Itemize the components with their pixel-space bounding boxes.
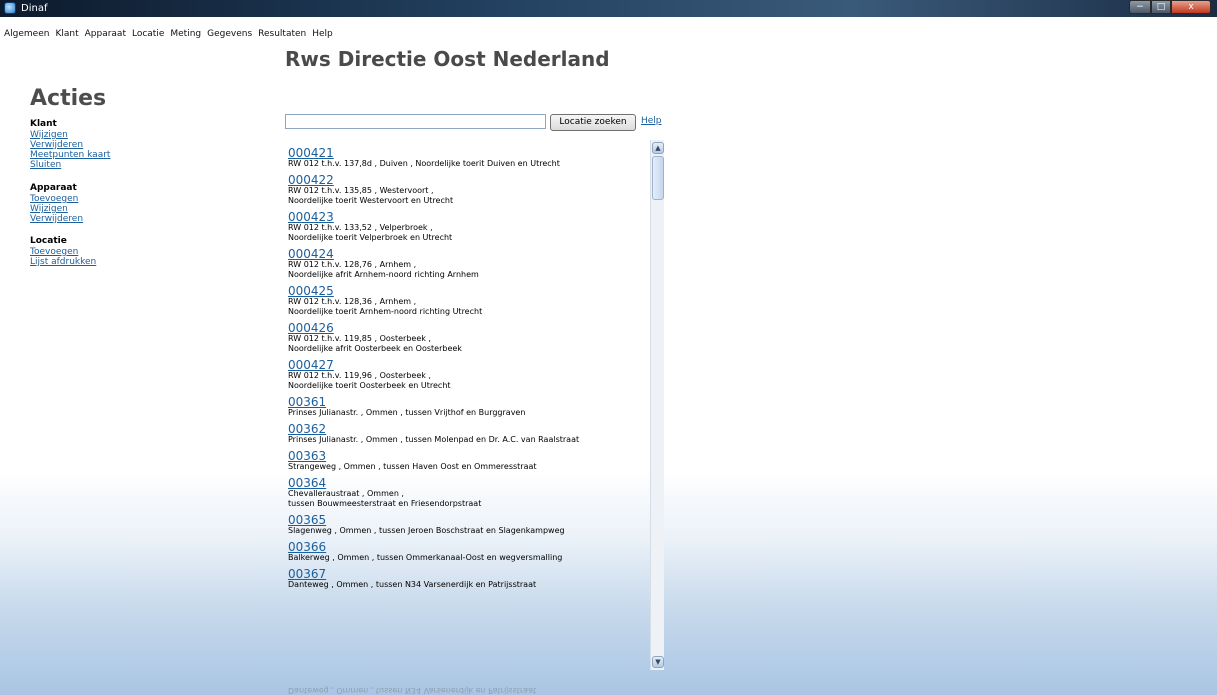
list-scrollbar[interactable]: ▲ ▼ — [650, 140, 664, 670]
location-code-link[interactable]: 00366 — [288, 541, 648, 553]
location-description: Noordelijke afrit Arnhem-noord richting … — [288, 270, 479, 279]
location-item: 00366 Balkerweg , Ommen , tussen Ommerkan… — [288, 541, 648, 563]
link-apparaat-toevoegen[interactable]: Toevoegen — [30, 194, 230, 204]
location-description: Noordelijke afrit Oosterbeek en Oosterbe… — [288, 344, 462, 353]
link-meetpunten-kaart[interactable]: Meetpunten kaart — [30, 150, 230, 160]
location-item: 000427 RW 012 t.h.v. 119,96 , Oosterbeek … — [288, 359, 648, 391]
location-item: 000421 RW 012 t.h.v. 137,8d , Duiven , No… — [288, 147, 648, 169]
menu-help[interactable]: Help — [312, 27, 333, 41]
location-code-link[interactable]: 000421 — [288, 147, 648, 159]
location-code-link[interactable]: 000426 — [288, 322, 648, 334]
location-description: RW 012 t.h.v. 137,8d , Duiven , Noordeli… — [288, 159, 560, 168]
link-lijst-afdrukken[interactable]: Lijst afdrukken — [30, 257, 230, 267]
menu-resultaten[interactable]: Resultaten — [258, 27, 306, 41]
location-description: RW 012 t.h.v. 128,36 , Arnhem , — [288, 297, 417, 306]
location-item: 000426 RW 012 t.h.v. 119,85 , Oosterbeek … — [288, 322, 648, 354]
link-klant-verwijderen[interactable]: Verwijderen — [30, 140, 230, 150]
location-item: 00363 Strangeweg , Ommen , tussen Haven O… — [288, 450, 648, 472]
location-description: Danteweg , Ommen , tussen N34 Varsenerdi… — [288, 580, 537, 589]
app-icon[interactable] — [4, 2, 16, 14]
location-code-link[interactable]: 00364 — [288, 477, 648, 489]
location-code-link[interactable]: 00361 — [288, 396, 648, 408]
list-reflection: Danteweg , Ommen , tussen N34 Varsenerdi… — [288, 682, 648, 695]
menu-locatie[interactable]: Locatie — [132, 27, 164, 41]
minimize-button[interactable]: − — [1129, 0, 1151, 14]
location-description: Strangeweg , Ommen , tussen Haven Oost e… — [288, 462, 537, 471]
menu-apparaat[interactable]: Apparaat — [85, 27, 126, 41]
maximize-button[interactable]: □ — [1151, 0, 1171, 14]
location-item: 000422 RW 012 t.h.v. 135,85 , Westervoort… — [288, 174, 648, 206]
location-description: Chevalleraustraat , Ommen , — [288, 489, 404, 498]
location-code-link[interactable]: 000427 — [288, 359, 648, 371]
window-title: Dinaf — [21, 3, 48, 14]
location-code-link[interactable]: 000422 — [288, 174, 648, 186]
scroll-thumb[interactable] — [652, 156, 664, 200]
menu-klant[interactable]: Klant — [55, 27, 78, 41]
location-code-link[interactable]: 000423 — [288, 211, 648, 223]
location-description: RW 012 t.h.v. 119,85 , Oosterbeek , — [288, 334, 431, 343]
location-description: Balkerweg , Ommen , tussen Ommerkanaal-O… — [288, 553, 563, 562]
close-button[interactable]: x — [1171, 0, 1211, 14]
help-link[interactable]: Help — [641, 116, 662, 126]
location-list: 000421 RW 012 t.h.v. 137,8d , Duiven , No… — [288, 147, 648, 675]
location-code-link[interactable]: 000425 — [288, 285, 648, 297]
location-item: 00361 Prinses Julianastr. , Ommen , tusse… — [288, 396, 648, 418]
sidebar-section-apparaat: Apparaat Toevoegen Wijzigen Verwijderen — [30, 183, 230, 224]
menu-gegevens[interactable]: Gegevens — [207, 27, 252, 41]
location-description: RW 012 t.h.v. 133,52 , Velperbroek , — [288, 223, 433, 232]
search-input[interactable] — [285, 114, 546, 129]
location-description: Noordelijke toerit Oosterbeek en Utrecht — [288, 381, 451, 390]
location-item: 00362 Prinses Julianastr. , Ommen , tusse… — [288, 423, 648, 445]
location-code-link[interactable]: 000424 — [288, 248, 648, 260]
location-description: tussen Bouwmeesterstraat en Friesendorps… — [288, 499, 482, 508]
sidebar-heading-apparaat: Apparaat — [30, 183, 77, 193]
sidebar-section-klant: Klant Wijzigen Verwijderen Meetpunten ka… — [30, 119, 230, 170]
menu-algemeen[interactable]: Algemeen — [4, 27, 49, 41]
page-title: Rws Directie Oost Nederland — [285, 47, 610, 71]
location-item: 00365 Slagenweg , Ommen , tussen Jeroen B… — [288, 514, 648, 536]
location-code-link[interactable]: 00365 — [288, 514, 648, 526]
location-description: RW 012 t.h.v. 128,76 , Arnhem , — [288, 260, 417, 269]
location-description: Prinses Julianastr. , Ommen , tussen Vri… — [288, 408, 526, 417]
link-klant-sluiten[interactable]: Sluiten — [30, 160, 230, 170]
location-code-link[interactable]: 00362 — [288, 423, 648, 435]
location-description: Noordelijke toerit Arnhem-noord richting… — [288, 307, 483, 316]
location-item: 00364 Chevalleraustraat , Ommen , tussen B… — [288, 477, 648, 509]
location-description: RW 012 t.h.v. 119,96 , Oosterbeek , — [288, 371, 431, 380]
window-controls: − □ x — [1129, 0, 1211, 15]
location-code-link[interactable]: 00367 — [288, 568, 648, 580]
link-locatie-toevoegen[interactable]: Toevoegen — [30, 247, 230, 257]
location-item: 000424 RW 012 t.h.v. 128,76 , Arnhem , Noo… — [288, 248, 648, 280]
location-code-link[interactable]: 00363 — [288, 450, 648, 462]
sidebar-section-locatie: Locatie Toevoegen Lijst afdrukken — [30, 236, 230, 267]
link-apparaat-wijzigen[interactable]: Wijzigen — [30, 204, 230, 214]
sidebar-title: Acties — [30, 86, 107, 111]
menu-bar: Algemeen Klant Apparaat Locatie Meting G… — [0, 27, 333, 41]
location-description: Prinses Julianastr. , Ommen , tussen Mol… — [288, 435, 580, 444]
locatie-zoeken-button[interactable]: Locatie zoeken — [550, 114, 636, 131]
location-item: 00367 Danteweg , Ommen , tussen N34 Varse… — [288, 568, 648, 590]
sidebar-heading-klant: Klant — [30, 119, 57, 129]
location-item: 000423 RW 012 t.h.v. 133,52 , Velperbroek… — [288, 211, 648, 243]
link-apparaat-verwijderen[interactable]: Verwijderen — [30, 214, 230, 224]
reflection-text: Danteweg , Ommen , tussen N34 Varsenerdi… — [288, 686, 537, 695]
scroll-up-arrow-icon[interactable]: ▲ — [652, 142, 664, 154]
location-description: Slagenweg , Ommen , tussen Jeroen Boschs… — [288, 526, 565, 535]
sidebar-heading-locatie: Locatie — [30, 236, 67, 246]
location-description: Noordelijke toerit Westervoort en Utrech… — [288, 196, 454, 205]
location-item: 000425 RW 012 t.h.v. 128,36 , Arnhem , Noo… — [288, 285, 648, 317]
link-klant-wijzigen[interactable]: Wijzigen — [30, 130, 230, 140]
location-description: RW 012 t.h.v. 135,85 , Westervoort , — [288, 186, 434, 195]
scroll-down-arrow-icon[interactable]: ▼ — [652, 656, 664, 668]
location-description: Noordelijke toerit Velperbroek en Utrech… — [288, 233, 453, 242]
title-bar: Dinaf − □ x — [0, 0, 1217, 17]
menu-meting[interactable]: Meting — [170, 27, 201, 41]
